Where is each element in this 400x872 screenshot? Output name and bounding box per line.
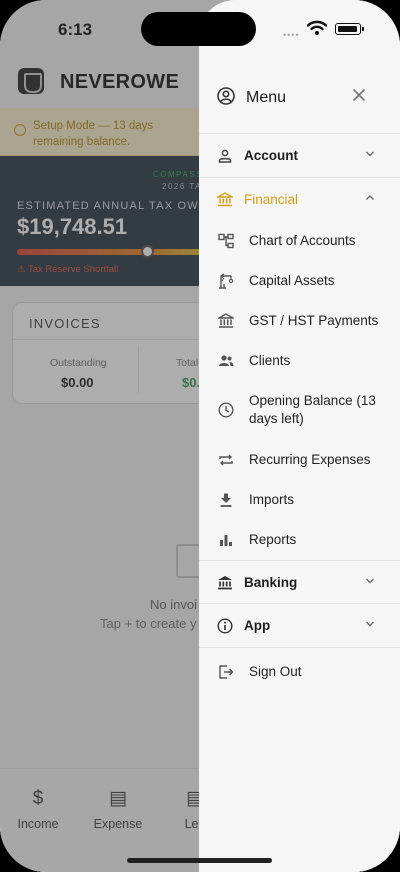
phone-screen: 6:13 NEVEROWE Setup Mode — 13 days remai… [0,0,400,872]
chevron-down-icon [366,578,374,584]
menu-item-reports[interactable]: Reports [199,523,400,557]
section-banking[interactable]: Banking [199,560,400,604]
section-account[interactable]: Account [199,134,400,178]
menu-item-label: Opening Balance (13 days left) [249,393,376,426]
section-financial[interactable]: Financial [199,178,400,222]
menu-item-imports[interactable]: Imports [199,483,400,517]
section-app[interactable]: App [199,604,400,648]
bank-icon [217,192,233,207]
wifi-icon [307,20,327,35]
signal-icon: •••• [283,30,300,40]
user-circle-icon [217,87,235,105]
menu-item-clients[interactable]: Clients [199,344,400,378]
logout-icon [219,665,234,679]
people-icon [219,355,234,366]
menu-item-label: Capital Assets [249,273,335,288]
bar-chart-icon [220,535,232,546]
menu-header: Menu [199,76,400,134]
menu-item-capital-assets[interactable]: Capital Assets [199,264,400,298]
battery-icon [335,23,364,35]
menu-item-label: Recurring Expenses [249,452,371,467]
menu-item-chart-of-accounts[interactable]: Chart of Accounts [199,224,400,258]
chevron-down-icon [366,151,374,157]
section-banking-title: Banking [244,575,298,590]
section-app-title: App [244,618,271,633]
side-menu-drawer: •••• Menu Account Financial Chart of Acc… [199,0,400,872]
section-financial-title: Financial [244,192,299,207]
menu-item-gst-hst-payments[interactable]: GST / HST Payments [199,304,400,338]
menu-item-label: GST / HST Payments [249,313,379,328]
download-icon [220,493,232,507]
menu-item-label: Chart of Accounts [249,233,356,248]
menu-item-label: Clients [249,353,291,368]
person-icon [218,149,232,163]
menu-title: Menu [246,89,287,106]
bank-icon [218,576,232,590]
menu-item-recurring-expenses[interactable]: Recurring Expenses [199,443,400,477]
repeat-icon [219,454,233,466]
bank-icon [218,313,234,328]
clock-icon [218,402,234,418]
sign-out-label: Sign Out [249,664,302,679]
menu-item-opening-balance[interactable]: Opening Balance (13 days left) [199,386,400,438]
menu-item-label: Reports [249,532,297,547]
home-indicator[interactable] [127,858,272,863]
sign-out-button[interactable]: Sign Out [199,650,400,694]
chevron-down-icon [366,621,374,627]
dynamic-island [141,12,256,46]
crane-icon [219,273,234,289]
hierarchy-icon [218,233,234,249]
menu-item-label: Imports [249,492,295,507]
chevron-up-icon [366,195,374,200]
info-icon [217,618,233,634]
close-menu-button[interactable] [349,84,369,106]
close-icon [353,89,365,101]
section-account-title: Account [244,148,298,163]
